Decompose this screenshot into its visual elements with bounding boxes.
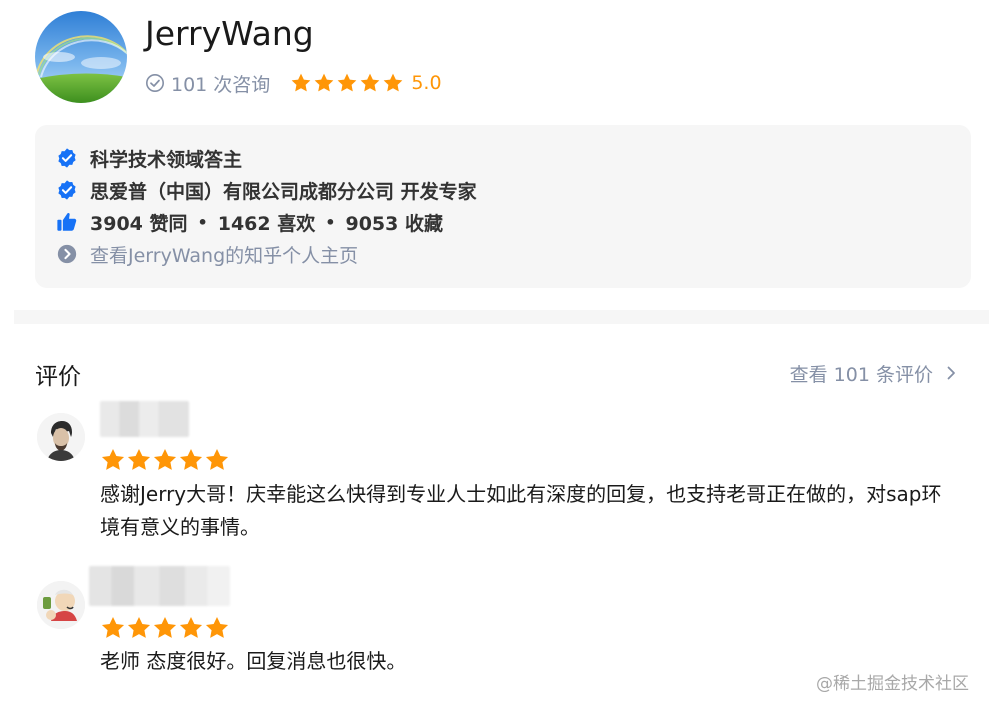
profile-rating-stars xyxy=(290,72,405,94)
star-icon xyxy=(101,448,125,470)
info-company-row: 思爱普（中国）有限公司成都分公司 开发专家 xyxy=(56,175,477,205)
collects-count: 9053 收藏 xyxy=(345,212,443,235)
profile-meta-row: 101 次咨询 5.0 xyxy=(145,69,442,97)
star-icon xyxy=(337,73,357,92)
company-title: 思爱普（中国）有限公司成都分公司 开发专家 xyxy=(90,180,477,203)
info-domain-row: 科学技术领域答主 xyxy=(56,143,242,173)
chevron-right-circle-icon xyxy=(57,244,77,264)
section-divider xyxy=(14,310,989,324)
star-icon xyxy=(153,448,177,470)
star-icon xyxy=(205,616,229,638)
chevron-right-icon xyxy=(947,366,955,380)
profile-info-card: 科学技术领域答主 思爱普（中国）有限公司成都分公司 开发专家 3904 赞同 •… xyxy=(35,125,971,288)
star-icon xyxy=(179,616,203,638)
consult-count: 101 次咨询 xyxy=(171,73,271,96)
watermark: @稀土掘金技术社区 xyxy=(816,674,969,694)
review-text: 老师 态度很好。回复消息也很快。 xyxy=(100,649,407,673)
star-icon xyxy=(314,73,334,92)
stats-separator: • xyxy=(197,212,208,232)
star-icon xyxy=(127,616,151,638)
consultant-profile-page: JerryWang 101 次咨询 5.0 科学技术领域答主 思爱普（中国）有限… xyxy=(0,0,989,711)
reviews-heading: 评价 xyxy=(35,364,81,390)
favs-count: 1462 喜欢 xyxy=(217,212,316,235)
profile-name: JerryWang xyxy=(145,14,314,53)
homepage-link[interactable]: 查看JerryWang的知乎个人主页 xyxy=(90,241,358,268)
reviewer-avatar[interactable] xyxy=(37,413,85,461)
review-rating-stars xyxy=(100,447,230,473)
star-icon xyxy=(101,616,125,638)
view-all-reviews-link[interactable]: 查看 101 条评价 xyxy=(790,359,959,387)
check-circle-icon xyxy=(146,74,164,92)
star-icon xyxy=(179,448,203,470)
view-all-reviews-label[interactable]: 查看 101 条评价 xyxy=(790,360,933,387)
reviewer-avatar[interactable] xyxy=(37,581,85,629)
reviewer-name-blurred xyxy=(89,566,230,606)
likes-count: 3904 赞同 xyxy=(90,212,188,235)
verified-badge-icon xyxy=(58,148,76,168)
verified-badge-icon xyxy=(58,180,76,200)
star-icon xyxy=(383,73,403,92)
star-icon xyxy=(205,448,229,470)
info-stats-row: 3904 赞同 • 1462 喜欢 • 9053 收藏 xyxy=(56,207,443,237)
stats-separator: • xyxy=(325,212,336,232)
answerer-domain: 科学技术领域答主 xyxy=(90,148,243,171)
review-rating-stars xyxy=(100,615,230,641)
profile-avatar[interactable] xyxy=(35,11,127,103)
review-text: 感谢Jerry大哥！庆幸能这么快得到专业人士如此有深度的回复，也支持老哥正在做的… xyxy=(100,482,942,539)
homepage-link-row[interactable]: 查看JerryWang的知乎个人主页 xyxy=(56,239,358,269)
star-icon xyxy=(291,73,311,92)
star-icon xyxy=(127,448,151,470)
reviewer-name-blurred xyxy=(100,401,189,437)
star-icon xyxy=(360,73,380,92)
star-icon xyxy=(153,616,177,638)
thumbs-up-icon xyxy=(57,213,77,231)
rating-value: 5.0 xyxy=(411,72,442,94)
